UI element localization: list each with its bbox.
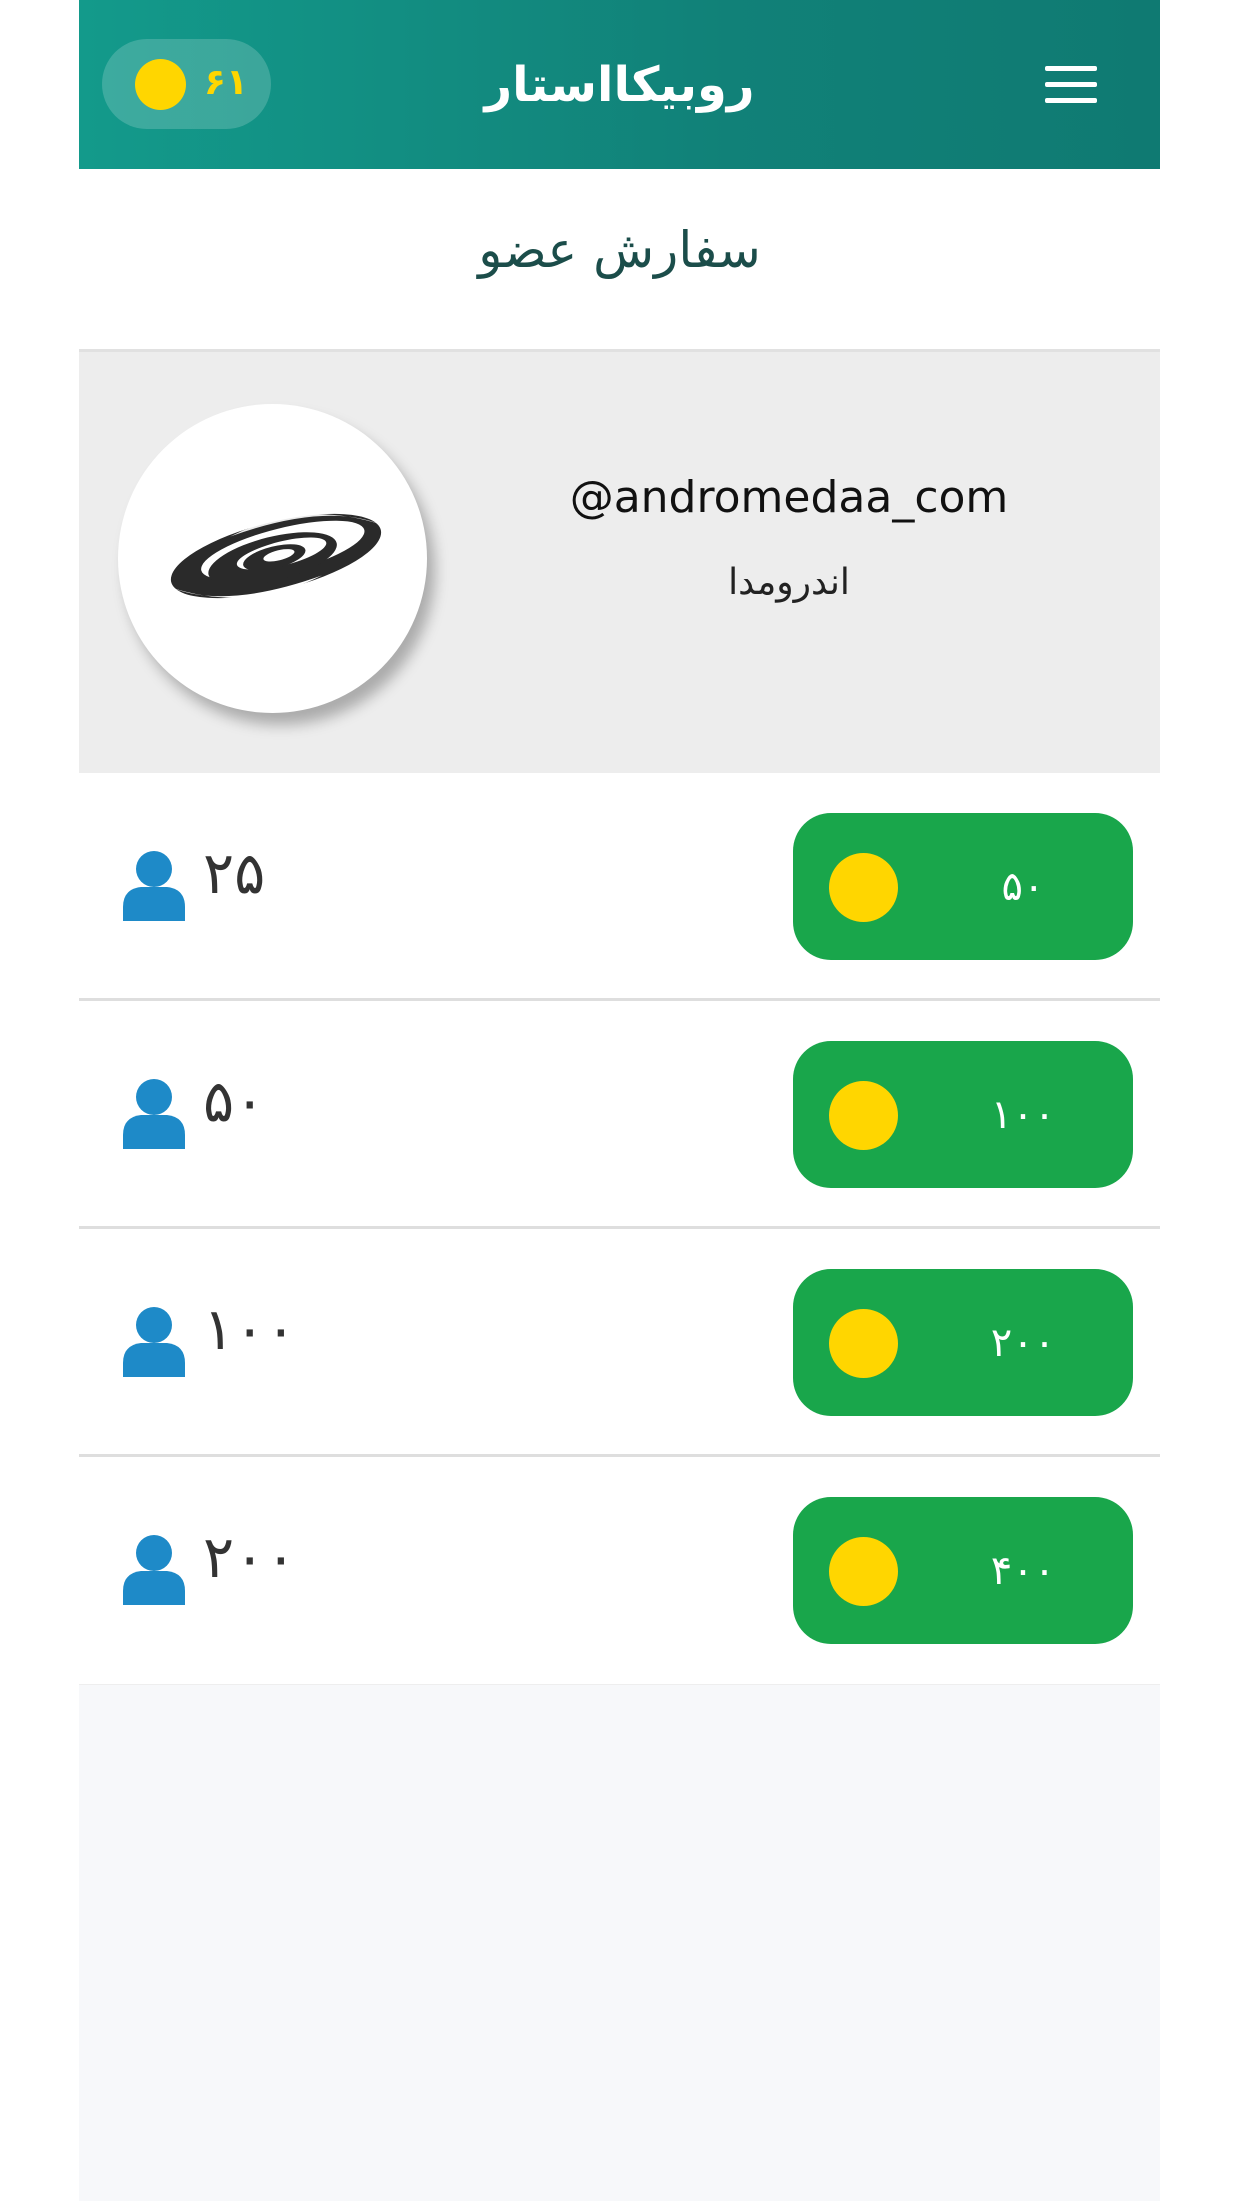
member-count: ۵۰ <box>203 1067 266 1135</box>
package-row: ۵۰ ۱۰۰ <box>79 1001 1160 1229</box>
channel-display-name: اندرومدا <box>728 562 850 603</box>
package-price: ۲۰۰ <box>990 1320 1056 1366</box>
package-row: ۲۵ ۵۰ <box>79 773 1160 1001</box>
buy-package-button[interactable]: ۴۰۰ <box>793 1497 1133 1644</box>
coin-icon <box>829 1537 898 1606</box>
member-count: ۲۰۰ <box>203 1523 297 1591</box>
page-title-bar: سفارش عضو <box>79 169 1160 352</box>
page-title: سفارش عضو <box>478 221 761 279</box>
buy-package-button[interactable]: ۱۰۰ <box>793 1041 1133 1188</box>
member-packages-list: ۲۵ ۵۰ ۵۰ ۱۰۰ ۱۰۰ ۲۰۰ ۲۰۰ ۴۰۰ <box>79 773 1160 1685</box>
coin-icon <box>829 1081 898 1150</box>
channel-profile-card: @andromedaa_com اندرومدا <box>79 352 1160 773</box>
package-row: ۲۰۰ ۴۰۰ <box>79 1457 1160 1685</box>
app-title: روبیکااستار <box>484 57 755 113</box>
coin-icon <box>829 1309 898 1378</box>
user-icon <box>123 1307 185 1377</box>
top-app-bar: ۶۱ روبیکااستار <box>79 0 1160 169</box>
user-icon <box>123 1535 185 1605</box>
user-icon <box>123 1079 185 1149</box>
package-row: ۱۰۰ ۲۰۰ <box>79 1229 1160 1457</box>
member-count: ۱۰۰ <box>203 1295 297 1363</box>
package-price: ۴۰۰ <box>990 1548 1056 1594</box>
hamburger-menu-icon[interactable] <box>1041 58 1101 110</box>
app-frame: ۶۱ روبیکااستار سفارش عضو @andromedaa_com… <box>79 0 1160 2201</box>
coin-icon <box>829 853 898 922</box>
galaxy-logo-icon <box>170 513 382 599</box>
user-icon <box>123 851 185 921</box>
avatar <box>118 404 427 713</box>
package-price: ۵۰ <box>1001 864 1045 910</box>
buy-package-button[interactable]: ۵۰ <box>793 813 1133 960</box>
member-count: ۲۵ <box>203 839 266 907</box>
package-price: ۱۰۰ <box>990 1092 1056 1138</box>
buy-package-button[interactable]: ۲۰۰ <box>793 1269 1133 1416</box>
channel-username: @andromedaa_com <box>569 472 1009 523</box>
